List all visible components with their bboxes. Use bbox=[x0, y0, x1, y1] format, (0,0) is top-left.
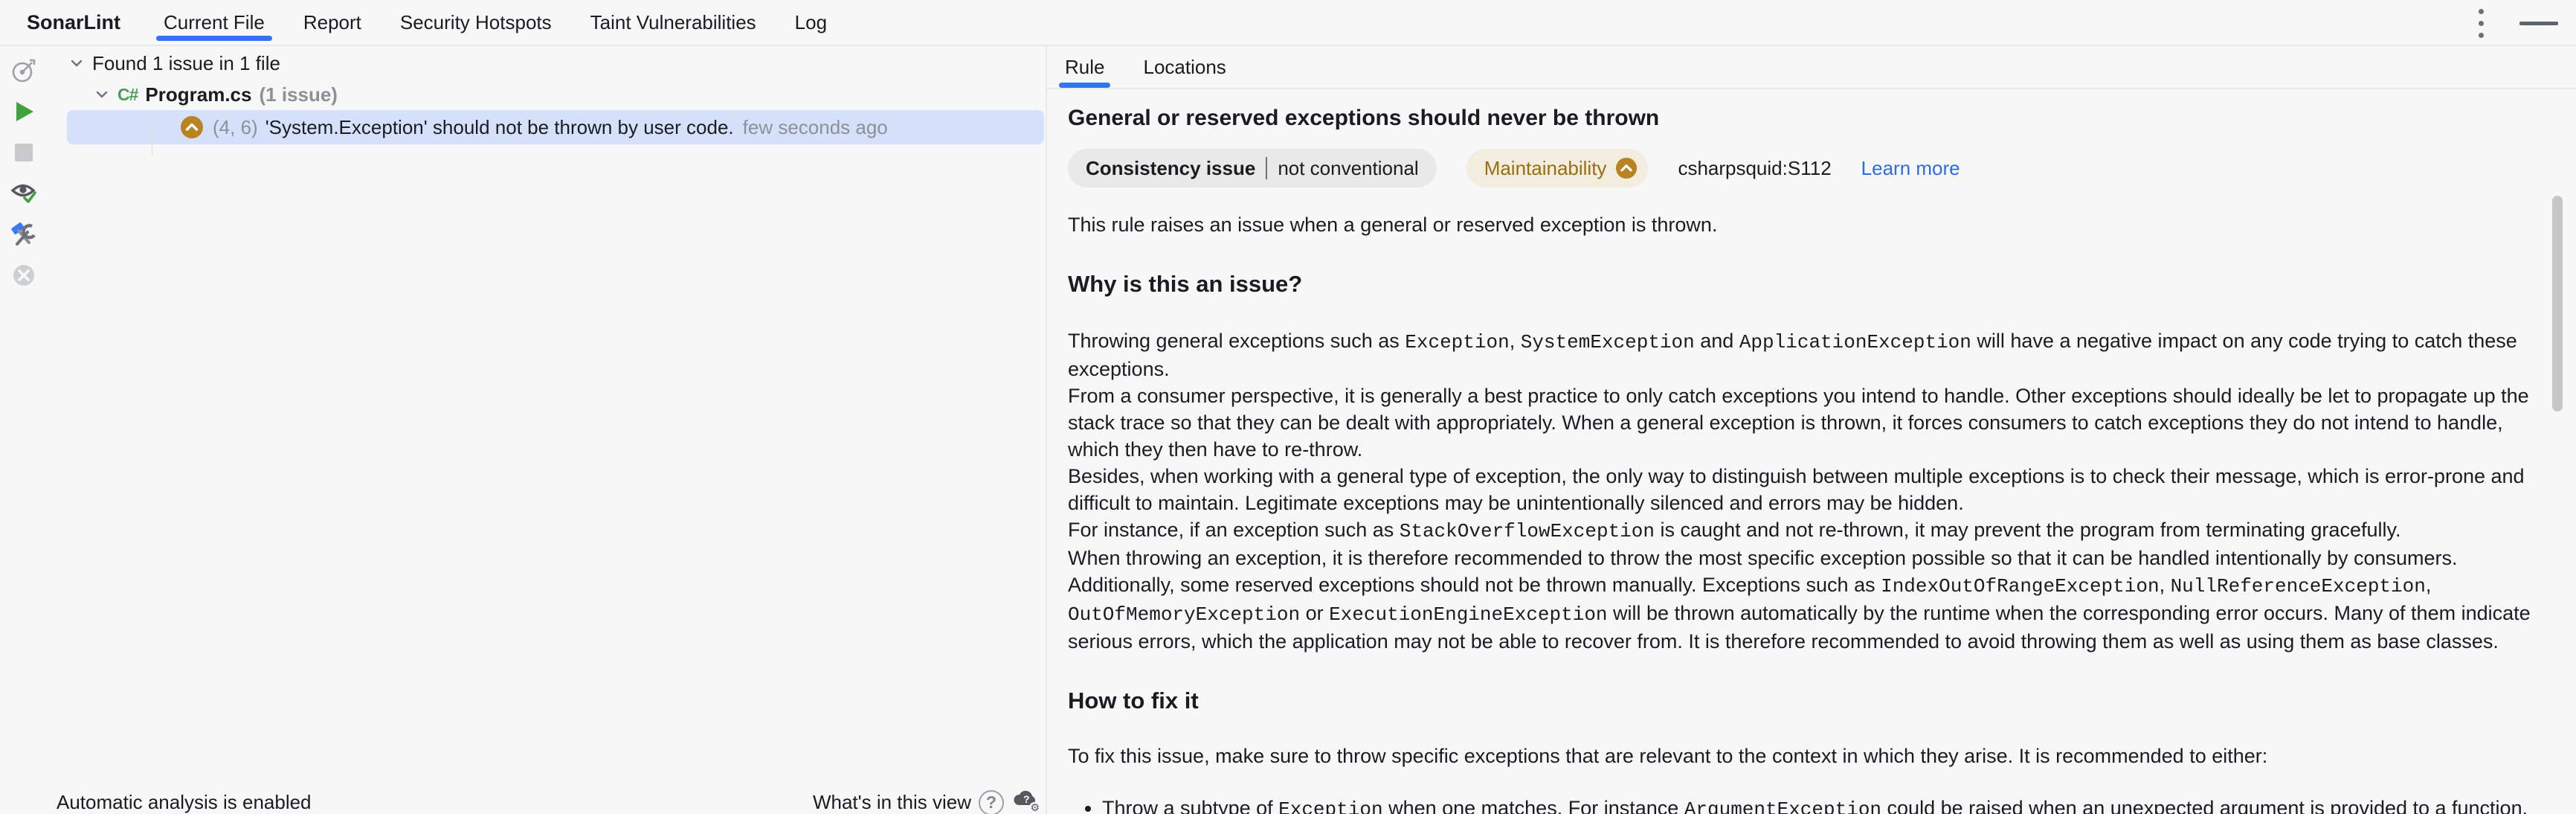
analysis-status-label: Automatic analysis is enabled bbox=[57, 791, 312, 813]
active-tab-underline bbox=[1059, 83, 1111, 88]
fix-intro: To fix this issue, make sure to throw sp… bbox=[1068, 745, 2268, 767]
analyze-target-icon[interactable] bbox=[10, 57, 38, 85]
fix-list-item: Throw a subtype of Exception when one ma… bbox=[1102, 795, 2540, 814]
rule-badges: Consistency issue not conventional Maint… bbox=[1068, 149, 2540, 188]
tab-label: Locations bbox=[1143, 55, 1226, 78]
rule-key: csharpsquid:S112 bbox=[1678, 156, 1832, 179]
svg-text:?: ? bbox=[1023, 793, 1030, 805]
chevron-down-icon[interactable] bbox=[68, 55, 85, 71]
why-heading: Why is this an issue? bbox=[1068, 271, 1303, 297]
tool-window-header: SonarLint Current File Report Security H… bbox=[0, 0, 2576, 46]
issue-age: few seconds ago bbox=[742, 115, 888, 138]
fix-heading: How to fix it bbox=[1068, 688, 1199, 714]
quality-label: Maintainability bbox=[1484, 156, 1607, 179]
tab-locations[interactable]: Locations bbox=[1143, 46, 1226, 88]
tree-row-file[interactable]: C# Program.cs (1 issue) bbox=[48, 79, 1046, 110]
issue-tree: Found 1 issue in 1 file C# Program.cs (1… bbox=[48, 46, 1046, 814]
why-body: Throwing general exceptions such as Exce… bbox=[1068, 330, 2531, 653]
run-analysis-icon[interactable] bbox=[10, 97, 38, 126]
issue-count: (1 issue) bbox=[259, 83, 338, 106]
tree-row-issue-selected[interactable]: (4, 6) 'System.Exception' should not be … bbox=[67, 110, 1044, 144]
connected-mode-cloud-icon[interactable]: ? ⚙ bbox=[1011, 786, 1041, 814]
rule-title: General or reserved exceptions should ne… bbox=[1068, 106, 1660, 130]
stop-icon[interactable] bbox=[10, 138, 38, 167]
left-panel-footer: Automatic analysis is enabled What's in … bbox=[0, 786, 1046, 814]
rule-intro: This rule raises an issue when a general… bbox=[1068, 214, 1718, 236]
summary-label: Found 1 issue in 1 file bbox=[92, 51, 280, 74]
severity-medium-icon bbox=[180, 115, 204, 139]
window-controls bbox=[2474, 0, 2558, 46]
rule-description: General or reserved exceptions should ne… bbox=[1047, 106, 2576, 814]
csharp-file-icon: C# bbox=[117, 84, 138, 104]
attribute-badge: Consistency issue not conventional bbox=[1068, 149, 1437, 188]
tab-label: Rule bbox=[1065, 55, 1105, 78]
minimize-icon[interactable] bbox=[2519, 21, 2558, 25]
issues-panel: Found 1 issue in 1 file C# Program.cs (1… bbox=[0, 46, 1046, 814]
software-quality-badge: Maintainability bbox=[1466, 149, 1649, 188]
tree-row-summary[interactable]: Found 1 issue in 1 file bbox=[48, 48, 1046, 79]
attribute-badge-category: Consistency issue bbox=[1086, 156, 1256, 179]
tab-report[interactable]: Report bbox=[303, 0, 361, 45]
include-resolved-eye-icon[interactable] bbox=[10, 179, 38, 208]
clear-icon[interactable] bbox=[10, 261, 38, 289]
tab-label: Log bbox=[794, 10, 828, 33]
tab-label: Report bbox=[303, 10, 361, 33]
learn-more-link[interactable]: Learn more bbox=[1861, 157, 1960, 180]
tab-current-file[interactable]: Current File bbox=[156, 0, 272, 45]
left-toolbar bbox=[0, 46, 48, 814]
chevron-down-icon[interactable] bbox=[94, 86, 110, 103]
tab-label: Taint Vulnerabilities bbox=[590, 10, 756, 33]
tab-taint-vulnerabilities[interactable]: Taint Vulnerabilities bbox=[590, 0, 756, 45]
badge-separator bbox=[1266, 157, 1268, 179]
rule-panel: Rule Locations General or reserved excep… bbox=[1047, 46, 2576, 814]
scrollbar-thumb[interactable] bbox=[2552, 196, 2563, 411]
svg-text:⚙: ⚙ bbox=[1031, 801, 1040, 813]
help-icon[interactable]: ? bbox=[979, 789, 1004, 814]
tab-label: Security Hotspots bbox=[399, 10, 552, 33]
tab-log[interactable]: Log bbox=[795, 0, 827, 45]
issue-message: 'System.Exception' should not be thrown … bbox=[265, 115, 734, 138]
severity-medium-icon bbox=[1615, 157, 1638, 179]
rule-panel-tabs: Rule Locations bbox=[1047, 46, 2576, 89]
configure-tools-icon[interactable] bbox=[10, 220, 38, 249]
tab-security-hotspots[interactable]: Security Hotspots bbox=[400, 0, 552, 45]
tab-rule[interactable]: Rule bbox=[1059, 46, 1111, 88]
attribute-badge-detail: not conventional bbox=[1278, 156, 1419, 179]
issue-location: (4, 6) bbox=[213, 115, 258, 138]
tab-label: Current File bbox=[164, 10, 265, 33]
active-tab-underline bbox=[156, 36, 272, 41]
file-name: Program.cs bbox=[145, 83, 252, 106]
kebab-menu-icon[interactable] bbox=[2474, 4, 2488, 42]
whats-in-view-label: What's in this view bbox=[812, 791, 971, 813]
app-title: SonarLint bbox=[27, 10, 120, 33]
fix-list: Throw a subtype of Exception when one ma… bbox=[1068, 795, 2540, 814]
